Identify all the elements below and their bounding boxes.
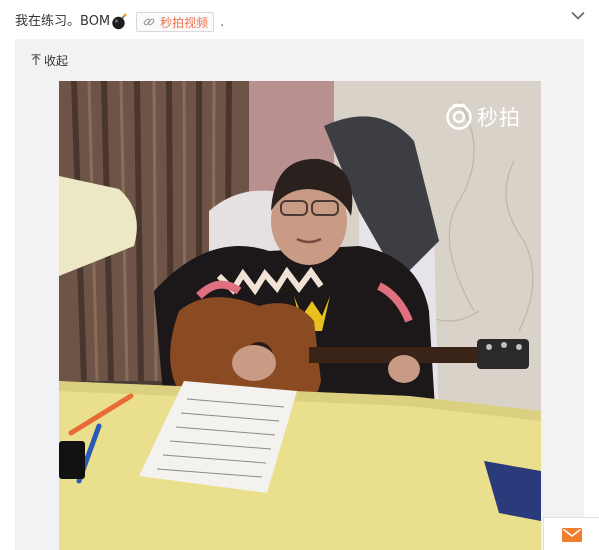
bomb-icon <box>111 13 128 30</box>
trailing-text: . <box>220 14 225 30</box>
chevron-down-icon <box>571 5 585 24</box>
expand-button[interactable] <box>569 5 587 23</box>
link-icon <box>143 16 155 28</box>
video-tag-button[interactable]: 秒拍视频 <box>136 12 215 32</box>
post-text-line: 我在练习。BOM 秒拍视频 . <box>15 12 224 32</box>
video-frame <box>59 81 541 550</box>
video-watermark: 秒拍 <box>445 102 521 132</box>
video-player[interactable]: 秒拍 <box>59 81 541 550</box>
mail-button[interactable] <box>543 517 599 550</box>
mail-icon <box>561 527 582 542</box>
collapse-button[interactable]: 收起 <box>31 51 68 69</box>
up-arrow-icon <box>31 54 41 66</box>
video-tag-label: 秒拍视频 <box>160 15 209 30</box>
media-panel: 收起 秒拍 <box>15 39 584 550</box>
camera-icon <box>445 103 473 131</box>
post-message: 我在练习。BOM <box>15 14 111 29</box>
watermark-text: 秒拍 <box>477 106 521 130</box>
collapse-label: 收起 <box>44 53 69 68</box>
